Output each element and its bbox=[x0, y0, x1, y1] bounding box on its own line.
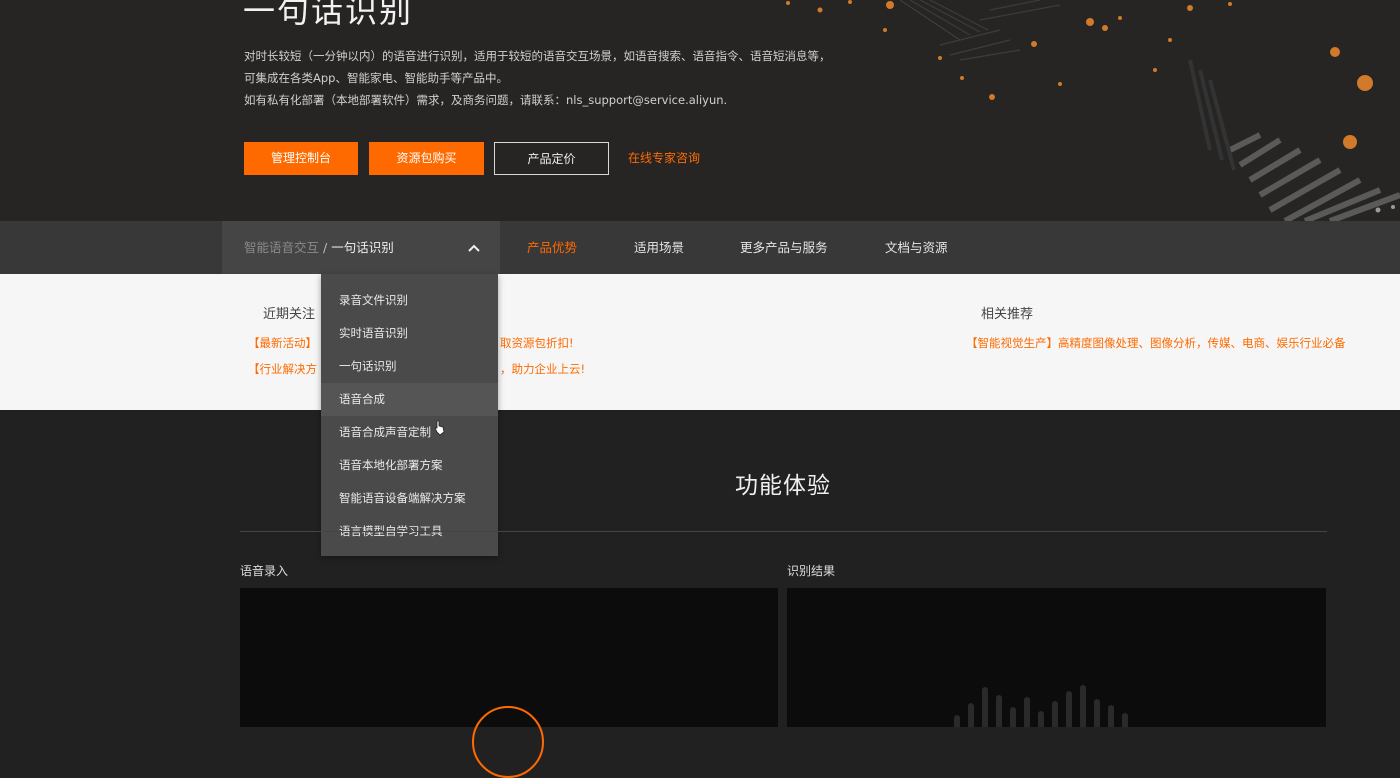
recent-link-text[interactable]: ，助力企业上云! bbox=[500, 361, 585, 377]
breadcrumb-current: 一句话识别 bbox=[331, 240, 394, 255]
product-description: 对时长较短（一分钟以内）的语音进行识别，适用于较短的语音交互场景，如语音搜索、语… bbox=[244, 45, 831, 111]
menu-item-speech-synthesis[interactable]: 语音合成 bbox=[321, 383, 498, 416]
recent-link-tag[interactable]: 【行业解决方 bbox=[248, 361, 317, 377]
product-dropdown-menu: 录音文件识别 实时语音识别 一句话识别 语音合成 语音合成声音定制 语音本地化部… bbox=[321, 274, 498, 556]
audio-input-label: 语音录入 bbox=[240, 564, 289, 578]
expert-consult-link[interactable]: 在线专家咨询 bbox=[628, 142, 700, 175]
recent-link-tag[interactable]: 【最新活动】 bbox=[248, 335, 317, 351]
section-divider bbox=[240, 531, 1327, 532]
recent-link-text[interactable]: 取资源包折扣! bbox=[500, 335, 574, 351]
console-button[interactable]: 管理控制台 bbox=[244, 142, 358, 175]
related-heading: 相关推荐 bbox=[981, 307, 1034, 322]
pricing-button[interactable]: 产品定价 bbox=[494, 142, 609, 175]
product-nav-bar: 智能语音交互 / 一句话识别 产品优势 适用场景 更多产品与服务 文档与资源 bbox=[0, 221, 1400, 274]
audio-input-box bbox=[240, 588, 778, 778]
recommendation-panel: 近期关注 【最新活动】 取资源包折扣! 【行业解决方 ，助力企业上云! 相关推荐… bbox=[0, 274, 1400, 410]
chevron-up-icon[interactable] bbox=[466, 240, 482, 256]
description-line: 对时长较短（一分钟以内）的语音进行识别，适用于较短的语音交互场景，如语音搜索、语… bbox=[244, 49, 831, 63]
tab-more-products[interactable]: 更多产品与服务 bbox=[740, 221, 828, 274]
breadcrumb-separator: / bbox=[323, 240, 328, 255]
description-line: 如有私有化部署（本地部署软件）需求，及商务问题，请联系：nls_support@… bbox=[244, 93, 728, 107]
menu-item-sentence-recognition[interactable]: 一句话识别 bbox=[321, 350, 498, 383]
recent-focus-heading: 近期关注 bbox=[263, 307, 316, 322]
tab-scenarios[interactable]: 适用场景 bbox=[634, 221, 684, 274]
tab-docs-resources[interactable]: 文档与资源 bbox=[885, 221, 948, 274]
recognition-result-label: 识别结果 bbox=[787, 564, 836, 578]
tab-product-advantages[interactable]: 产品优势 bbox=[527, 221, 577, 274]
waveform-icon bbox=[954, 685, 1128, 727]
menu-item-file-transcription[interactable]: 录音文件识别 bbox=[321, 284, 498, 317]
description-line: 可集成在各类App、智能家电、智能助手等产品中。 bbox=[244, 71, 508, 85]
menu-item-custom-voice[interactable]: 语音合成声音定制 bbox=[321, 416, 498, 449]
related-link[interactable]: 【智能视觉生产】高精度图像处理、图像分析，传媒、电商、娱乐行业必备 bbox=[966, 335, 1346, 351]
decorative-particles bbox=[786, 0, 1400, 221]
breadcrumb-parent[interactable]: 智能语音交互 bbox=[244, 240, 319, 255]
buy-resource-pack-button[interactable]: 资源包购买 bbox=[369, 142, 484, 175]
mouse-pointer-icon bbox=[434, 420, 445, 436]
page-title: 一句话识别 bbox=[243, 0, 414, 30]
feature-section-title: 功能体验 bbox=[735, 473, 831, 499]
hero-banner: 一句话识别 对时长较短（一分钟以内）的语音进行识别，适用于较短的语音交互场景，如… bbox=[0, 0, 1400, 221]
recognition-result-box bbox=[787, 588, 1326, 727]
record-button[interactable] bbox=[472, 706, 544, 778]
breadcrumb: 智能语音交互 / 一句话识别 bbox=[244, 221, 394, 274]
menu-item-realtime-recognition[interactable]: 实时语音识别 bbox=[321, 317, 498, 350]
